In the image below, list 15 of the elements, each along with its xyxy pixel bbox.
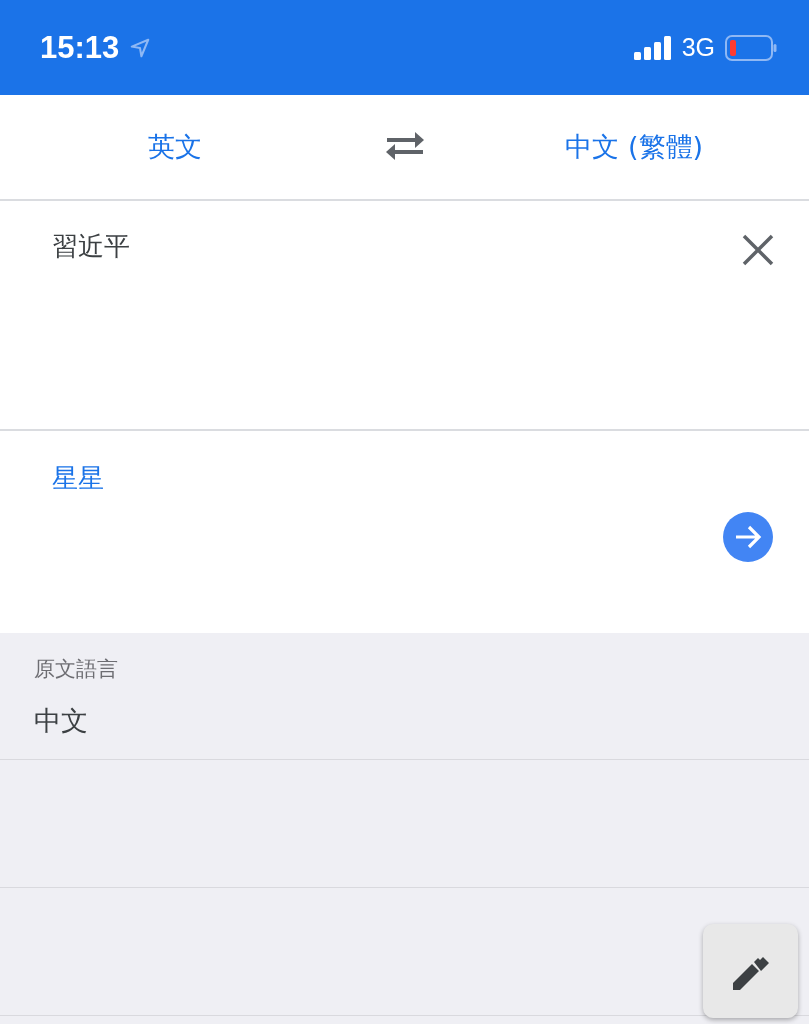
target-language-button[interactable]: 中文 (繁體) bbox=[557, 125, 712, 169]
status-time: 15:13 bbox=[40, 29, 120, 66]
handwriting-button[interactable] bbox=[703, 924, 798, 1018]
battery-icon bbox=[725, 34, 777, 61]
swap-icon bbox=[384, 131, 425, 163]
network-type: 3G bbox=[681, 33, 715, 62]
signal-icon bbox=[633, 35, 672, 60]
detected-language[interactable]: 中文 bbox=[34, 703, 88, 739]
section-label: 原文語言 bbox=[34, 656, 119, 683]
open-translation-button[interactable] bbox=[723, 512, 773, 562]
translation-text: 星星 bbox=[52, 462, 105, 495]
location-icon bbox=[129, 36, 152, 59]
source-language-button[interactable]: 英文 bbox=[139, 125, 210, 169]
input-text[interactable]: 習近平 bbox=[52, 229, 737, 264]
close-icon bbox=[741, 233, 775, 267]
